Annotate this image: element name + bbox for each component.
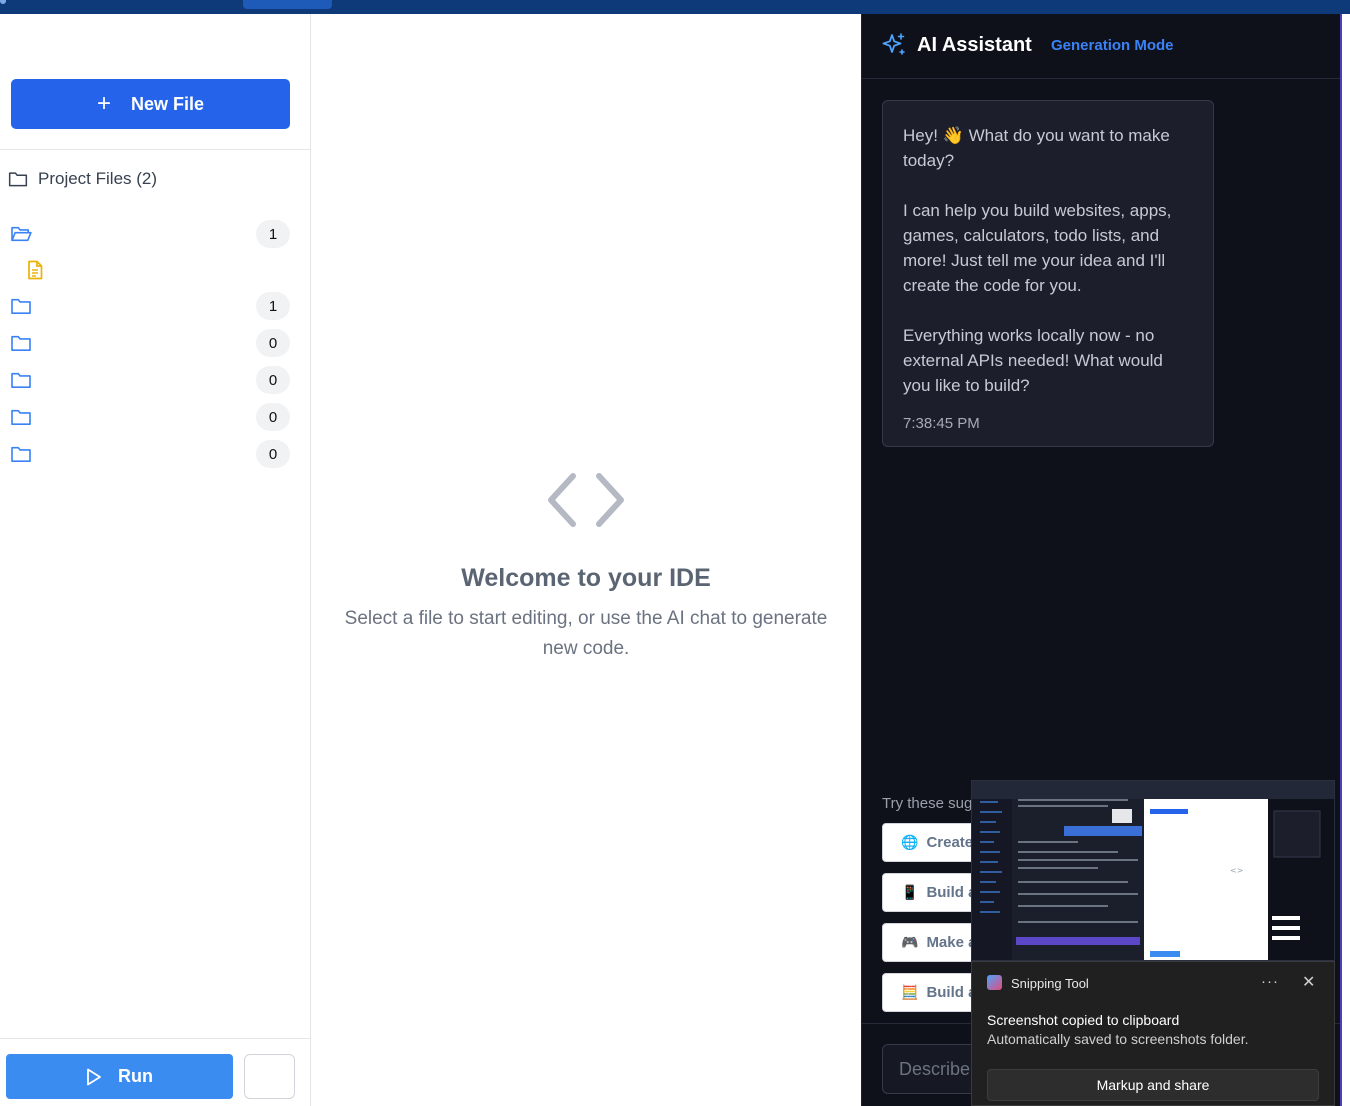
suggestions-label: Try these sugg xyxy=(882,795,981,812)
editor-area: Welcome to your IDE Select a file to sta… xyxy=(311,14,861,1106)
folder-icon xyxy=(11,409,31,426)
screenshot-preview-image: <> xyxy=(972,781,1334,960)
top-bar xyxy=(0,0,1350,14)
folder-icon xyxy=(8,172,28,187)
screenshot-thumbnail[interactable]: <> xyxy=(971,780,1335,961)
generation-mode-link[interactable]: Generation Mode xyxy=(1051,37,1174,54)
folder-count-badge: 1 xyxy=(256,292,290,320)
code-brackets-icon xyxy=(548,473,624,527)
suggestion-chip[interactable]: 📱 Build a xyxy=(882,873,982,912)
ai-panel-header: AI Assistant Generation Mode xyxy=(862,14,1341,79)
suggestion-label: Make a xyxy=(926,934,977,951)
notification-body: Automatically saved to screenshots folde… xyxy=(987,1031,1249,1047)
chat-input[interactable]: Describe v xyxy=(882,1044,982,1094)
game-controller-icon: 🎮 xyxy=(901,934,919,950)
plus-icon: + xyxy=(96,90,111,117)
globe-icon: 🌐 xyxy=(901,834,919,850)
sidebar-bottom-divider xyxy=(0,1038,310,1039)
run-label: Run xyxy=(118,1066,153,1086)
mobile-phone-icon: 📱 xyxy=(901,884,919,900)
folder-row[interactable]: 0 xyxy=(10,329,290,357)
folder-row[interactable]: 1 xyxy=(10,220,290,248)
project-files-label: Project Files (2) xyxy=(38,169,158,188)
top-bar-active-tab[interactable] xyxy=(243,0,332,9)
file-text-icon[interactable] xyxy=(26,260,44,285)
notification-title: Screenshot copied to clipboard xyxy=(987,1012,1180,1028)
folder-count-badge: 0 xyxy=(256,366,290,394)
abacus-icon: 🧮 xyxy=(901,984,919,1000)
folder-open-icon xyxy=(11,226,32,242)
new-file-button[interactable]: + New File xyxy=(11,79,290,129)
assistant-message: Hey! 👋 What do you want to make today? I… xyxy=(882,100,1214,447)
window-margin xyxy=(1342,14,1350,1106)
close-icon[interactable]: ✕ xyxy=(1302,972,1315,992)
folder-row[interactable]: 1 xyxy=(10,292,290,320)
message-paragraph: Everything works locally now - no extern… xyxy=(903,326,1163,395)
sidebar-divider xyxy=(0,149,310,150)
suggestion-chip[interactable]: 🧮 Build a xyxy=(882,973,982,1012)
folder-icon xyxy=(11,372,31,389)
suggestion-chip[interactable]: 🎮 Make a xyxy=(882,923,982,962)
snipping-tool-icon xyxy=(987,975,1002,990)
message-paragraph: Hey! 👋 What do you want to make today? xyxy=(903,126,1170,170)
secondary-action-button[interactable] xyxy=(244,1054,295,1099)
folder-count-badge: 0 xyxy=(256,403,290,431)
snipping-tool-notification: Snipping Tool ··· ✕ Screenshot copied to… xyxy=(971,961,1335,1106)
folder-icon xyxy=(11,298,31,315)
folder-row[interactable]: 0 xyxy=(10,403,290,431)
play-icon xyxy=(87,1068,101,1085)
folder-icon xyxy=(11,335,31,352)
welcome-title: Welcome to your IDE xyxy=(461,564,711,592)
folder-row[interactable]: 0 xyxy=(10,366,290,394)
notification-app-name: Snipping Tool xyxy=(1011,976,1089,991)
run-button[interactable]: Run xyxy=(6,1054,233,1099)
project-files-header[interactable]: Project Files (2) xyxy=(8,169,157,189)
new-file-label: New File xyxy=(130,93,205,114)
top-bar-indicator xyxy=(0,0,6,4)
svg-text:<>: <> xyxy=(1230,866,1243,875)
message-paragraph: I can help you build websites, apps, gam… xyxy=(903,201,1172,295)
message-timestamp: 7:38:45 PM xyxy=(903,415,980,432)
markup-and-share-button[interactable]: Markup and share xyxy=(987,1069,1319,1101)
ai-panel-title: AI Assistant xyxy=(917,34,1032,56)
suggestion-label: Build a xyxy=(926,884,977,901)
sparkles-icon xyxy=(882,33,905,55)
more-options-icon[interactable]: ··· xyxy=(1261,973,1279,990)
folder-icon xyxy=(11,446,31,463)
welcome-text: Select a file to start editing, or use t… xyxy=(344,608,828,659)
folder-count-badge: 1 xyxy=(256,220,290,248)
folder-row[interactable]: 0 xyxy=(10,440,290,468)
suggestion-label: Build a xyxy=(926,984,977,1001)
folder-count-badge: 0 xyxy=(256,329,290,357)
suggestion-label: Create xyxy=(926,834,974,851)
suggestion-chip[interactable]: 🌐 Create xyxy=(882,823,982,862)
sidebar: + New File Project Files (2) 1 1 0 0 0 0… xyxy=(0,14,311,1106)
folder-count-badge: 0 xyxy=(256,440,290,468)
